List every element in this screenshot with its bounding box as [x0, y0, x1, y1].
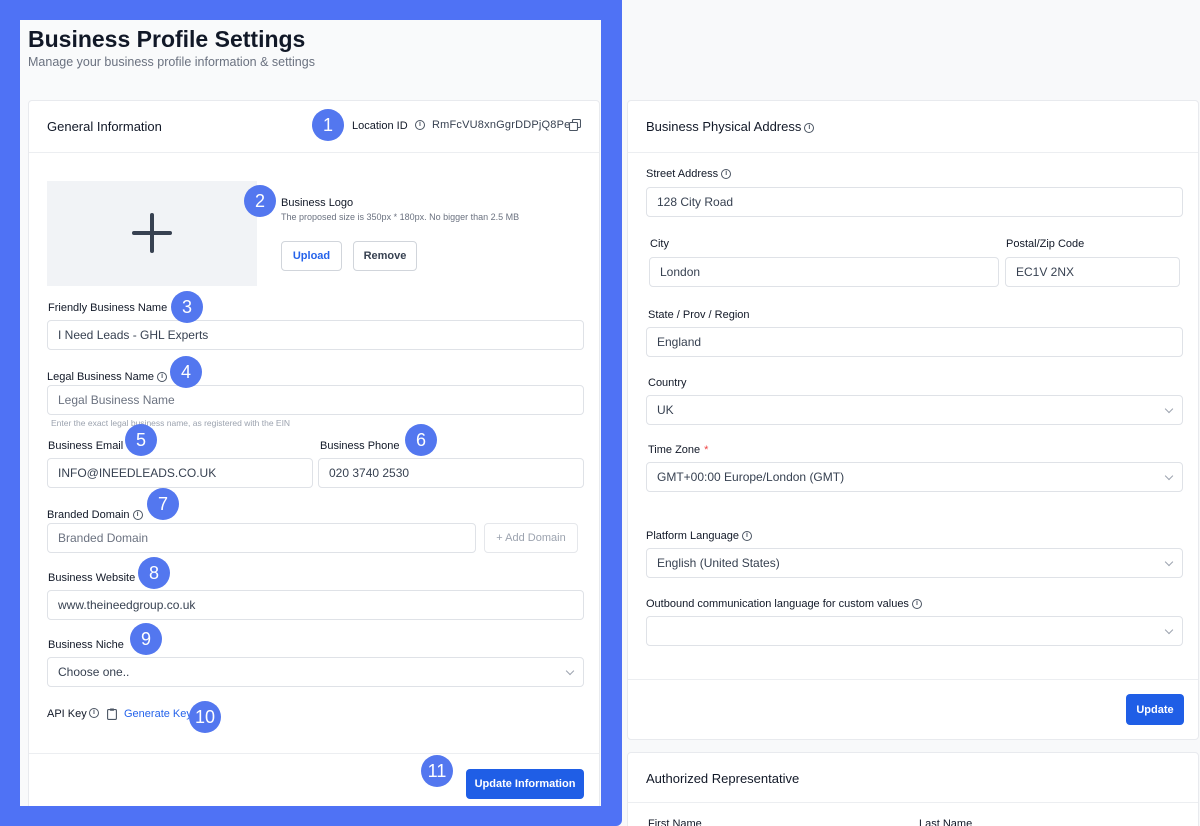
timezone-label: Time Zone * [648, 444, 709, 456]
branded-domain-label: Branded Domain i [47, 509, 143, 521]
business-logo-label: Business Logo [281, 197, 354, 209]
chevron-down-icon [565, 666, 575, 676]
logo-upload-area[interactable] [47, 181, 257, 286]
business-niche-select[interactable]: Choose one.. [47, 657, 584, 687]
step-badge-5: 5 [125, 424, 157, 456]
divider [628, 802, 1198, 803]
divider [628, 679, 1198, 680]
timezone-select[interactable]: GMT+00:00 Europe/London (GMT) [646, 462, 1183, 492]
add-domain-button[interactable]: + Add Domain [484, 523, 578, 553]
api-key-label: API Key [47, 708, 87, 720]
step-badge-2: 2 [244, 185, 276, 217]
info-icon[interactable]: i [157, 372, 168, 383]
business-website-input[interactable]: www.theineedgroup.co.uk [47, 590, 584, 620]
authorized-representative-card: Authorized Representative First Name Las… [627, 752, 1199, 826]
update-information-button[interactable]: Update Information [466, 769, 584, 799]
step-badge-7: 7 [147, 488, 179, 520]
chevron-down-icon [1164, 404, 1174, 414]
legal-name-label: Legal Business Name i [47, 371, 168, 383]
step-badge-4: 4 [170, 356, 202, 388]
update-address-button[interactable]: Update [1126, 694, 1184, 725]
outbound-language-label: Outbound communication language for cust… [646, 598, 922, 610]
card-header: Business Physical Address i [628, 101, 1198, 153]
postal-code-label: Postal/Zip Code [1006, 238, 1085, 250]
friendly-name-label: Friendly Business Name [48, 302, 168, 314]
physical-address-card: Business Physical Address i Street Addres… [627, 100, 1199, 740]
friendly-name-input[interactable]: I Need Leads - GHL Experts [47, 320, 584, 350]
page-title: Business Profile Settings [28, 26, 306, 52]
step-badge-3: 3 [171, 291, 203, 323]
location-id-value: RmFcVU8xnGgrDDPjQ8Pe [432, 119, 571, 131]
info-icon[interactable]: i [721, 169, 732, 180]
state-input[interactable]: England [646, 327, 1183, 357]
business-website-label: Business Website [48, 572, 136, 584]
last-name-label: Last Name [919, 818, 973, 826]
business-phone-input[interactable]: 020 3740 2530 [318, 458, 584, 488]
city-input[interactable]: London [649, 257, 999, 287]
business-niche-label: Business Niche [48, 639, 124, 651]
general-information-card: General Information Location ID i RmFcVU… [28, 100, 600, 806]
step-badge-11: 11 [421, 755, 453, 787]
business-email-label: Business Email [48, 440, 124, 452]
card-title: Authorized Representative [646, 771, 800, 786]
highlight-frame: Business Profile Settings Manage your bu… [0, 0, 622, 826]
upload-button[interactable]: Upload [281, 241, 342, 271]
step-badge-6: 6 [405, 424, 437, 456]
copy-icon[interactable] [569, 119, 581, 131]
platform-language-label: Platform Language i [646, 530, 753, 542]
card-title: General Information [47, 119, 162, 134]
business-email-input[interactable]: INFO@INEEDLEADS.CO.UK [47, 458, 313, 488]
divider [29, 753, 599, 754]
card-title: Business Physical Address i [646, 119, 815, 134]
legal-name-input[interactable]: Legal Business Name [47, 385, 584, 415]
general-settings-panel: Business Profile Settings Manage your bu… [20, 20, 601, 806]
street-address-label: Street Address i [646, 168, 732, 180]
page-subtitle: Manage your business profile information… [28, 55, 315, 69]
city-label: City [650, 238, 669, 250]
info-icon[interactable]: i [742, 531, 753, 542]
country-label: Country [648, 377, 687, 389]
clipboard-icon[interactable] [107, 708, 117, 720]
chevron-down-icon [1164, 625, 1174, 635]
remove-button[interactable]: Remove [353, 241, 417, 271]
info-icon[interactable]: i [804, 122, 815, 133]
chevron-down-icon [1164, 471, 1174, 481]
step-badge-8: 8 [138, 557, 170, 589]
business-logo-hint: The proposed size is 350px * 180px. No b… [281, 212, 520, 222]
step-badge-1: 1 [312, 109, 344, 141]
branded-domain-input[interactable]: Branded Domain [47, 523, 476, 553]
info-icon[interactable]: i [415, 120, 425, 130]
postal-code-input[interactable]: EC1V 2NX [1005, 257, 1180, 287]
street-address-input[interactable]: 128 City Road [646, 187, 1183, 217]
step-badge-10: 10 [189, 701, 221, 733]
info-icon[interactable]: i [132, 510, 143, 521]
chevron-down-icon [1164, 557, 1174, 567]
business-phone-label: Business Phone [320, 440, 400, 452]
platform-language-select[interactable]: English (United States) [646, 548, 1183, 578]
outbound-language-select[interactable] [646, 616, 1183, 646]
info-icon[interactable]: i [912, 599, 922, 610]
info-icon[interactable]: i [89, 708, 99, 718]
legal-name-hint: Enter the exact legal business name, as … [51, 418, 291, 428]
first-name-label: First Name [648, 818, 702, 826]
country-select[interactable]: UK [646, 395, 1183, 425]
generate-key-link[interactable]: Generate Key [124, 708, 192, 720]
state-label: State / Prov / Region [648, 309, 750, 321]
step-badge-9: 9 [130, 623, 162, 655]
location-id-label: Location ID [352, 120, 408, 132]
